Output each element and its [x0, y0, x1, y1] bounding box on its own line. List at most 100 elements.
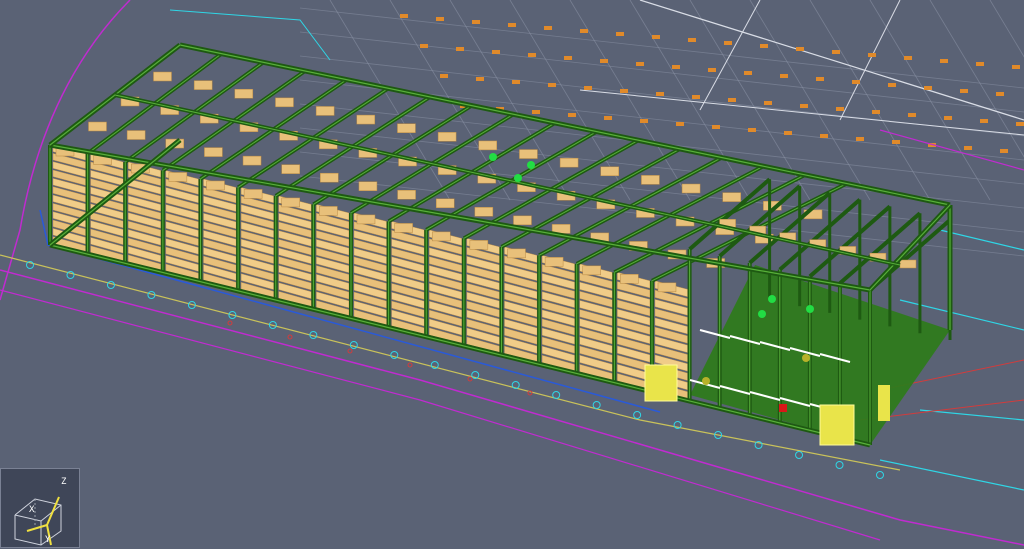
pallet [519, 149, 538, 159]
floor-marker [636, 62, 644, 66]
red-marker [227, 320, 233, 326]
status-light [527, 161, 535, 169]
column-marker [552, 391, 561, 399]
grid-line [989, 0, 1024, 58]
floor-marker [640, 119, 648, 123]
pallet [204, 147, 223, 157]
pallet [243, 189, 263, 199]
view-cube[interactable]: Z X Y [0, 468, 80, 548]
floor-marker [780, 74, 788, 78]
floor-marker [492, 50, 500, 54]
cad-scene[interactable] [0, 0, 1024, 549]
floor-marker [656, 92, 664, 96]
pallet [320, 172, 339, 183]
floor-marker [1016, 122, 1024, 126]
floor-marker [904, 56, 912, 60]
floor-marker [820, 134, 828, 138]
column-marker [633, 411, 642, 419]
column-marker [835, 461, 844, 469]
dock-leveler [644, 364, 678, 402]
status-light [489, 153, 497, 161]
pallet [275, 97, 294, 108]
status-light [768, 295, 776, 303]
column-marker [592, 401, 601, 409]
grid-line [929, 0, 1024, 158]
dock-leveler [878, 385, 890, 421]
alarm-marker [779, 404, 787, 412]
floor-marker [868, 53, 876, 57]
grid-line [299, 7, 1024, 89]
floor-marker [728, 98, 736, 102]
3d-viewport[interactable]: Z X Y [0, 0, 1024, 549]
floor-marker [400, 14, 408, 18]
pallet [431, 231, 451, 242]
status-light [806, 305, 814, 313]
pallet [356, 114, 376, 125]
floor-marker [440, 74, 448, 78]
red-marker [347, 348, 353, 354]
column-marker [390, 351, 399, 359]
pallet [193, 80, 213, 90]
red-marker [467, 376, 473, 382]
floor-marker [616, 32, 624, 36]
pallet [507, 248, 526, 259]
floor-marker [800, 104, 808, 108]
floor-marker [456, 47, 464, 51]
floor-marker [976, 62, 984, 66]
floor-marker [944, 116, 952, 120]
floor-marker [604, 116, 612, 120]
pallet [319, 206, 338, 216]
pallet [435, 198, 455, 209]
status-light [702, 377, 710, 385]
floor-marker [532, 110, 540, 114]
floor-marker [760, 44, 768, 48]
floor-marker [436, 17, 444, 21]
floor-marker [748, 128, 756, 132]
pallet [397, 189, 416, 200]
floor-marker [544, 26, 552, 30]
pallet [657, 282, 677, 293]
floor-marker [564, 56, 572, 60]
grid-line [329, 0, 451, 201]
floor-marker [692, 95, 700, 99]
pallet [394, 223, 413, 233]
pallet [153, 71, 172, 82]
pallet [397, 123, 416, 133]
pallet [358, 181, 378, 191]
floor-marker [676, 122, 684, 126]
floor-marker [816, 77, 824, 81]
floor-marker [688, 38, 696, 42]
pallet [474, 207, 494, 217]
floor-marker [832, 50, 840, 54]
pallet [88, 121, 107, 132]
floor-marker [568, 113, 576, 117]
pallet [437, 132, 457, 142]
floor-marker [924, 86, 932, 90]
floor-marker [784, 131, 792, 135]
pallet [478, 140, 498, 151]
pallet [469, 240, 489, 250]
floor-marker [600, 59, 608, 63]
floor-marker [796, 47, 804, 51]
pallet [582, 265, 601, 276]
grid-line [869, 0, 991, 201]
pallet [234, 88, 254, 99]
pallet [513, 215, 532, 226]
pallet [168, 172, 188, 182]
utility-line [169, 9, 331, 61]
floor-marker [996, 92, 1004, 96]
grid-line [749, 0, 871, 201]
floor-marker [888, 83, 896, 87]
grid-line [839, 0, 901, 121]
floor-marker [892, 140, 900, 144]
floor-marker [964, 146, 972, 150]
floor-marker [472, 20, 480, 24]
floor-marker [908, 113, 916, 117]
dock-leveler [819, 404, 855, 446]
floor-marker [1012, 65, 1020, 69]
column-marker [106, 281, 115, 289]
floor-marker [528, 53, 536, 57]
floor-marker [548, 83, 556, 87]
red-marker [407, 362, 413, 368]
status-light [802, 354, 810, 362]
